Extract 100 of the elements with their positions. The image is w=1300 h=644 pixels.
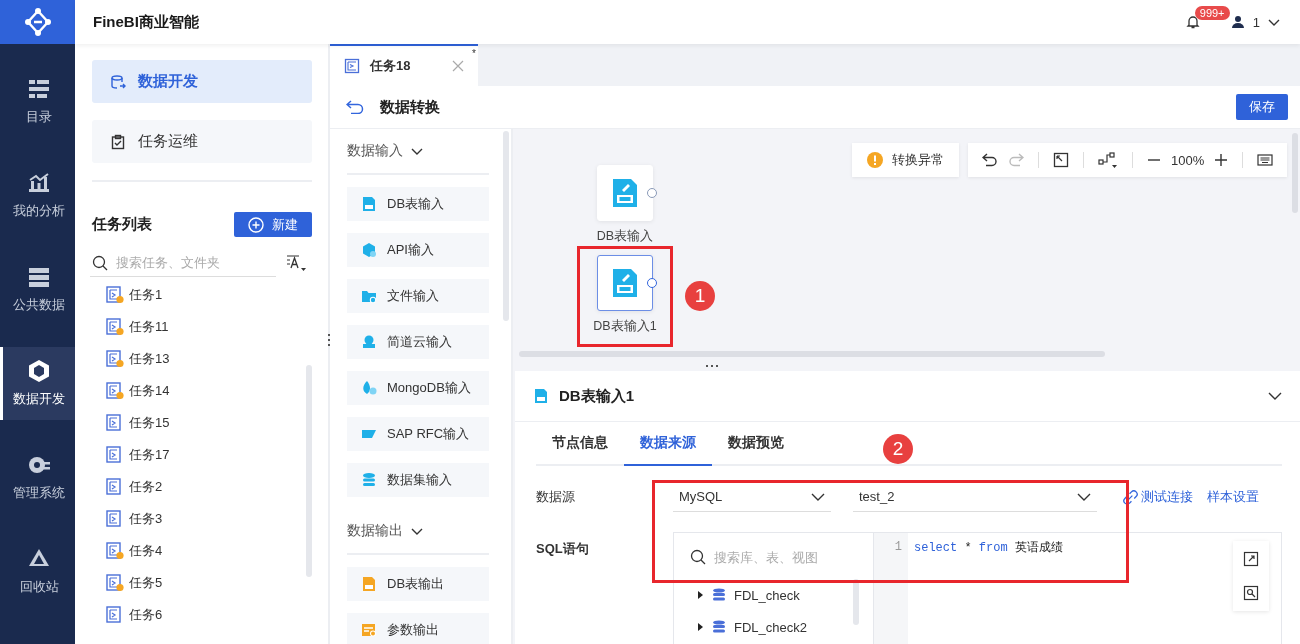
database-icon (110, 73, 126, 90)
database-icon (712, 620, 726, 634)
line-number: 1 (893, 540, 902, 554)
task-item[interactable]: 任务11 (92, 311, 296, 343)
task-search-field[interactable]: 搜索任务、文件夹 (90, 249, 276, 277)
task-tab[interactable]: 任务18 * (330, 44, 478, 86)
palette-item[interactable]: DB表输出 (347, 567, 489, 601)
datasource-type-select[interactable]: MySQL (673, 482, 831, 512)
nav-item[interactable]: 公共数据 (0, 253, 75, 326)
test-connection-link[interactable]: 测试连接 (1141, 488, 1193, 506)
keyboard-icon[interactable] (1257, 154, 1274, 166)
expand-arrow-icon[interactable] (696, 623, 704, 631)
panel-tab[interactable]: 数据来源 (624, 422, 712, 466)
search-icon (92, 255, 108, 271)
new-task-button[interactable]: 新建 (234, 212, 312, 237)
palette-section-header[interactable]: 数据输入 (347, 129, 489, 175)
connection-port[interactable] (647, 188, 657, 198)
hexagon-icon (361, 242, 377, 258)
database-file-icon (533, 388, 549, 404)
save-button[interactable]: 保存 (1236, 94, 1288, 120)
scrollbar[interactable] (306, 365, 312, 577)
module-menu-item[interactable]: 任务运维 (92, 120, 312, 163)
sort-icon[interactable] (286, 254, 306, 272)
nav-item[interactable]: 回收站 (0, 535, 75, 608)
panel-title: DB表输入1 (559, 386, 634, 406)
nav-label: 公共数据 (13, 297, 65, 314)
task-list-title: 任务列表 (92, 215, 152, 234)
fit-view-icon[interactable] (1053, 152, 1069, 168)
palette-item[interactable]: 参数输出 (347, 613, 489, 644)
sample-settings-link[interactable]: 样本设置 (1207, 488, 1259, 506)
status-chip[interactable]: 转换异常 (852, 143, 959, 177)
palette-item[interactable]: 数据集输入 (347, 463, 489, 497)
task-item[interactable]: 任务15 (92, 407, 296, 439)
palette-item[interactable]: 文件输入 (347, 279, 489, 313)
task-item[interactable]: 任务6 (92, 599, 296, 631)
cube-icon (27, 359, 51, 383)
palette-item[interactable]: SAP RFC输入 (347, 417, 489, 451)
logo-icon (22, 7, 53, 37)
database-icon (712, 588, 726, 602)
nav-item[interactable]: 管理系统 (0, 441, 75, 514)
task-item[interactable]: 任务2 (92, 471, 296, 503)
warning-icon (867, 152, 883, 168)
resize-handle[interactable] (328, 334, 330, 346)
database-file-icon (610, 268, 640, 298)
palette-item[interactable]: API输入 (347, 233, 489, 267)
step-number-badge: 2 (883, 434, 913, 464)
expand-icon[interactable] (1243, 551, 1259, 567)
zoom-in-icon[interactable] (1214, 153, 1229, 167)
panel-tab[interactable]: 数据预览 (712, 422, 800, 466)
layout-icon[interactable] (1098, 151, 1118, 169)
unsaved-marker: * (472, 48, 476, 59)
module-menu-item[interactable]: 数据开发 (92, 60, 312, 103)
catalog-icon (27, 77, 51, 101)
notification-bell-icon[interactable] (1184, 14, 1201, 30)
task-file-icon (344, 58, 360, 74)
task-item[interactable]: 任务13 (92, 343, 296, 375)
back-icon[interactable] (346, 100, 364, 114)
nav-item[interactable]: 数据开发 (0, 347, 75, 420)
link-icon[interactable] (1123, 489, 1138, 505)
app-title: FineBI商业智能 (93, 12, 199, 32)
task-item[interactable]: 任务3 (92, 503, 296, 535)
nav-label: 回收站 (19, 579, 59, 596)
app-logo[interactable] (0, 0, 75, 44)
database-tree-item[interactable]: FDL_check2 (690, 611, 846, 643)
undo-icon[interactable] (982, 153, 998, 167)
node-label: DB表输入1 (593, 318, 657, 335)
nav-label: 我的分析 (13, 203, 65, 220)
notification-badge: 999+ (1194, 6, 1230, 20)
palette-item[interactable]: DB表输入 (347, 187, 489, 221)
task-item[interactable]: 任务5 (92, 567, 296, 599)
field-label: SQL语句 (536, 540, 590, 558)
folder-icon (361, 288, 377, 304)
palette-item[interactable]: 简道云输入 (347, 325, 489, 359)
leaf-icon (361, 380, 377, 396)
nav-label: 目录 (26, 109, 52, 126)
task-item[interactable]: 任务14 (92, 375, 296, 407)
zoom-level: 100% (1171, 152, 1205, 168)
stack-icon (27, 265, 51, 289)
expand-arrow-icon[interactable] (696, 591, 704, 599)
table-icon (361, 622, 377, 638)
user-icon[interactable] (1230, 15, 1245, 29)
preview-icon[interactable] (1243, 585, 1259, 601)
bar-chart-icon (27, 171, 51, 195)
task-item[interactable]: 任务1 (92, 279, 296, 311)
task-item[interactable]: 任务4 (92, 535, 296, 567)
palette-item[interactable]: MongoDB输入 (347, 371, 489, 405)
panel-tab[interactable]: 节点信息 (536, 422, 624, 466)
connection-port[interactable] (647, 278, 657, 288)
editor-title: 数据转换 (380, 97, 440, 117)
nav-item[interactable]: 目录 (0, 65, 75, 138)
database-tree-item[interactable]: FDL_check (690, 579, 846, 611)
connection-select[interactable]: test_2 (853, 482, 1097, 512)
user-name[interactable]: 1 (1252, 14, 1260, 30)
clipboard-check-icon (110, 133, 126, 150)
scrollbar[interactable] (503, 131, 509, 321)
nav-label: 数据开发 (13, 391, 65, 408)
field-label: 数据源 (536, 488, 576, 506)
palette-section-header[interactable]: 数据输出 (347, 509, 489, 555)
task-item[interactable]: 任务17 (92, 439, 296, 471)
nav-item[interactable]: 我的分析 (0, 159, 75, 232)
